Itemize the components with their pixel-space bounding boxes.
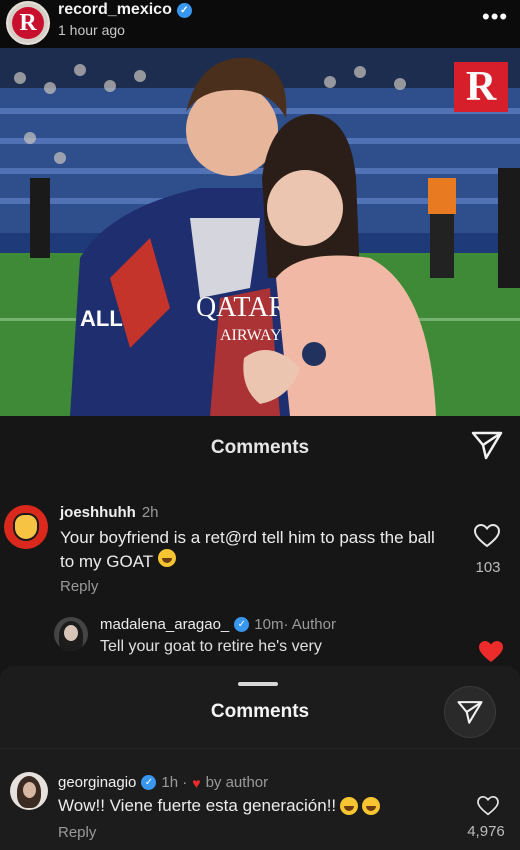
like-count: 103 [475,559,501,576]
comment-age: 2h [141,504,159,521]
comments-title: Comments [210,437,310,458]
avatar-face [23,782,36,798]
verified-badge-icon: ✓ [141,775,157,790]
like-heart-icon[interactable] [477,796,499,816]
commenter-avatar[interactable] [10,772,48,810]
sheet-divider [0,748,520,749]
sheet-drag-handle[interactable] [238,682,278,686]
like-heart-icon[interactable] [474,524,500,548]
reply-text: Tell your goat to retire he's very [100,638,322,655]
like-count: 4,976 [467,823,505,840]
comments-bottom-sheet [0,666,520,850]
verified-badge-icon: ✓ [176,2,192,18]
reply-avatar[interactable] [54,617,88,651]
comment-username-text: georginagio [58,774,137,791]
post-timestamp: 1 hour ago [58,22,125,38]
comments-sheet-title: Comments [210,701,310,722]
comment-body: Wow!! Viene fuerte esta generación!! [58,796,337,815]
post-username-text: record_mexico [58,1,172,18]
share-button[interactable] [444,686,496,738]
comment-username[interactable]: georginagio ✓ 1h · ♥ by author [58,774,268,791]
comment-age: 1h · [161,774,188,791]
verified-badge-icon: ✓ [234,617,250,632]
send-icon [457,701,483,724]
reply-username-text: madalena_aragao_ [100,616,230,633]
comment-text: Wow!! Viene fuerte esta generación!! [58,796,438,816]
rofl-emoji-icon [362,797,381,815]
post-photo: QATAR AIRWAYS ALL [0,48,520,416]
reply-button[interactable]: Reply [58,824,96,841]
photo-illustration: QATAR AIRWAYS ALL [0,48,520,416]
post-username[interactable]: record_mexico ✓ [58,1,192,19]
author-liked-heart-icon: ♥ [192,774,201,791]
commenter-avatar[interactable] [4,505,48,549]
comment-username-text: joeshhuhh [60,504,136,521]
sleeve-sponsor-text: ALL [80,306,123,331]
reply-username[interactable]: madalena_aragao_ ✓ 10m· Author [100,616,336,633]
account-avatar[interactable]: R [6,1,50,45]
shirt-sponsor-text-2: AIRWAYS [220,327,291,344]
club-crest-icon [13,513,39,541]
more-options-icon[interactable]: ••• [482,4,508,30]
avatar-face [64,625,78,641]
rofl-emoji-icon [340,797,359,815]
reply-button[interactable]: Reply [60,578,98,595]
record-logo-letter: R [12,7,44,39]
liked-heart-icon[interactable] [478,640,504,664]
record-watermark-logo: R [454,62,508,112]
shirt-sponsor-text: QATAR [196,292,287,323]
liked-by-author-label: by author [205,774,269,791]
reply-meta: 10m· Author [254,616,336,633]
send-icon[interactable] [470,428,504,462]
comment-text: Your boyfriend is a ret@rd tell him to p… [60,526,450,573]
comment-body: Your boyfriend is a ret@rd tell him to p… [60,528,435,571]
comment-username[interactable]: joeshhuhh 2h [60,504,159,521]
laughing-emoji-icon [157,549,176,567]
